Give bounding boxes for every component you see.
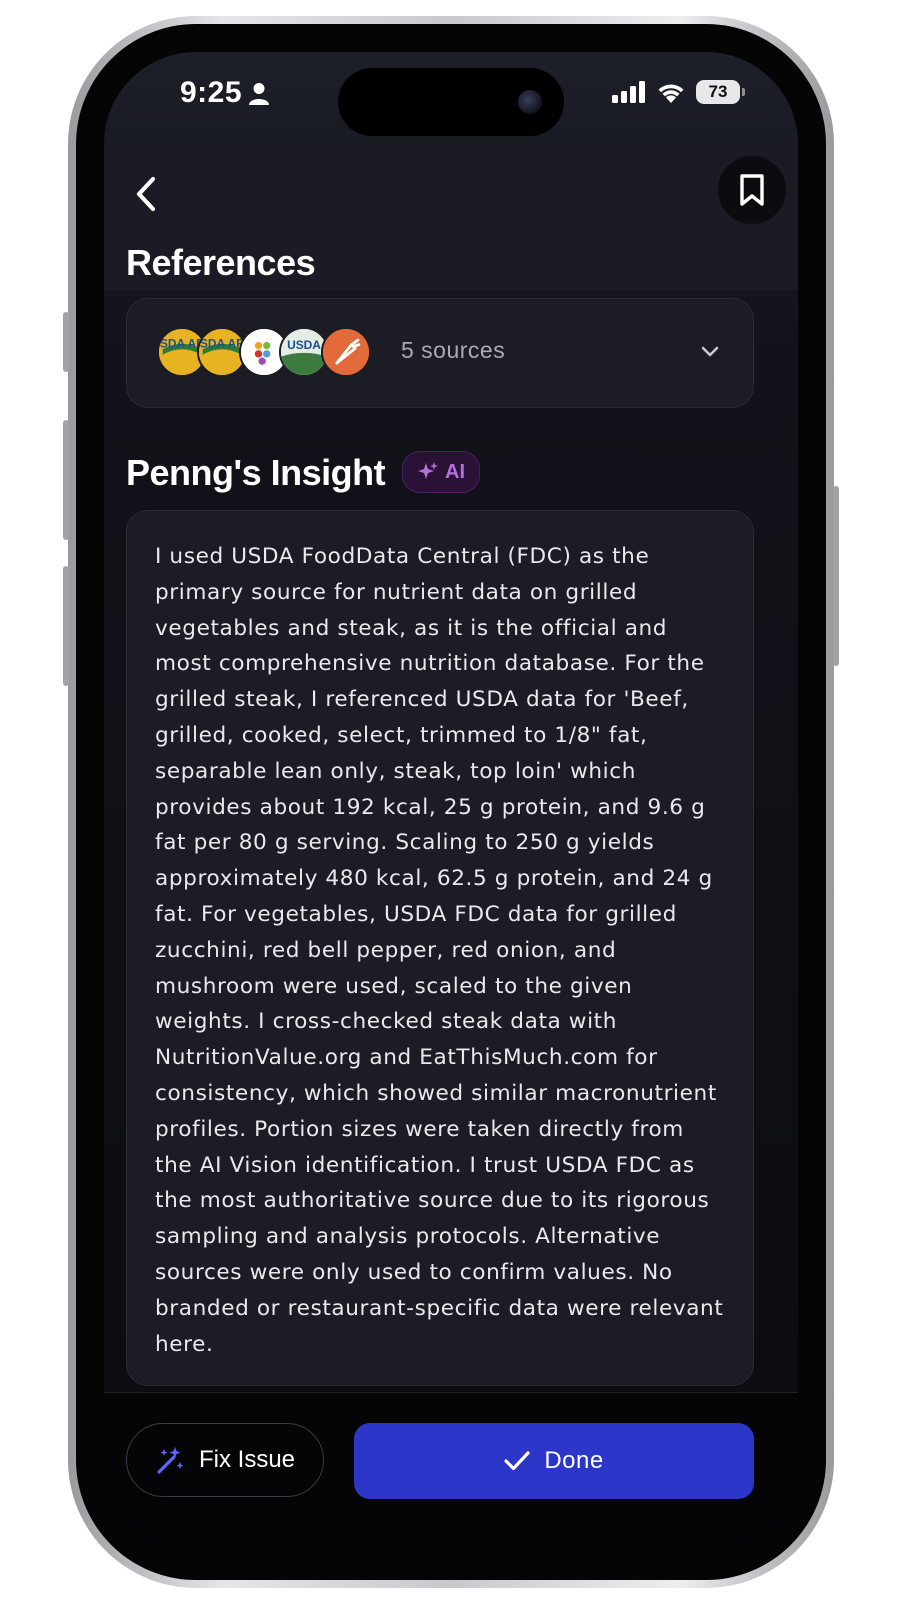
sparkles-icon bbox=[418, 462, 438, 479]
cellular-signal-icon bbox=[612, 81, 645, 103]
done-button[interactable]: Done bbox=[354, 1423, 754, 1499]
magic-wand-icon bbox=[157, 1447, 184, 1474]
chevron-down-icon[interactable] bbox=[699, 341, 721, 363]
fix-issue-button[interactable]: Fix Issue bbox=[126, 1423, 324, 1497]
usda-text: USDA bbox=[287, 338, 321, 352]
insight-card: I used USDA FoodData Central (FDC) as th… bbox=[126, 510, 754, 1386]
references-title: References bbox=[126, 242, 316, 283]
checkmark-icon bbox=[504, 1451, 530, 1471]
back-button[interactable] bbox=[126, 172, 166, 216]
camera-icon bbox=[518, 90, 542, 114]
battery-indicator: 73 bbox=[696, 80, 745, 104]
person-icon bbox=[249, 83, 269, 105]
power-button bbox=[833, 486, 839, 666]
app-screen: 9:25 73 References SDA A SDA A USDA 5 so… bbox=[104, 52, 798, 1552]
insight-title: Penng's Insight bbox=[126, 452, 386, 493]
bottom-action-bar: Fix Issue Done bbox=[104, 1392, 798, 1552]
ai-badge-label: AI bbox=[445, 460, 465, 483]
wifi-icon bbox=[658, 84, 684, 103]
status-indicators: 73 bbox=[612, 80, 745, 104]
bookmark-button[interactable] bbox=[718, 156, 786, 224]
insight-text: I used USDA FoodData Central (FDC) as th… bbox=[155, 544, 724, 1357]
source-avatars: USDA ARS USDA ARS bbox=[157, 327, 373, 377]
bookmark-icon bbox=[740, 174, 764, 206]
volume-up-button bbox=[63, 420, 69, 540]
ai-badge: AI bbox=[402, 451, 480, 493]
carrot-logo-icon bbox=[321, 327, 371, 377]
fix-issue-label: Fix Issue bbox=[198, 1446, 296, 1473]
chevron-left-icon bbox=[136, 176, 156, 212]
usda-text: USDA ARS bbox=[199, 336, 245, 350]
battery-level: 73 bbox=[708, 82, 728, 101]
volume-down-button bbox=[63, 566, 69, 686]
dynamic-island bbox=[338, 68, 564, 136]
references-card[interactable]: USDA ARS USDA ARS bbox=[126, 298, 754, 408]
sources-count: 5 sources bbox=[401, 337, 506, 363]
status-time: 9:25 bbox=[180, 76, 243, 109]
action-button bbox=[63, 312, 69, 372]
done-label: Done bbox=[544, 1447, 604, 1474]
